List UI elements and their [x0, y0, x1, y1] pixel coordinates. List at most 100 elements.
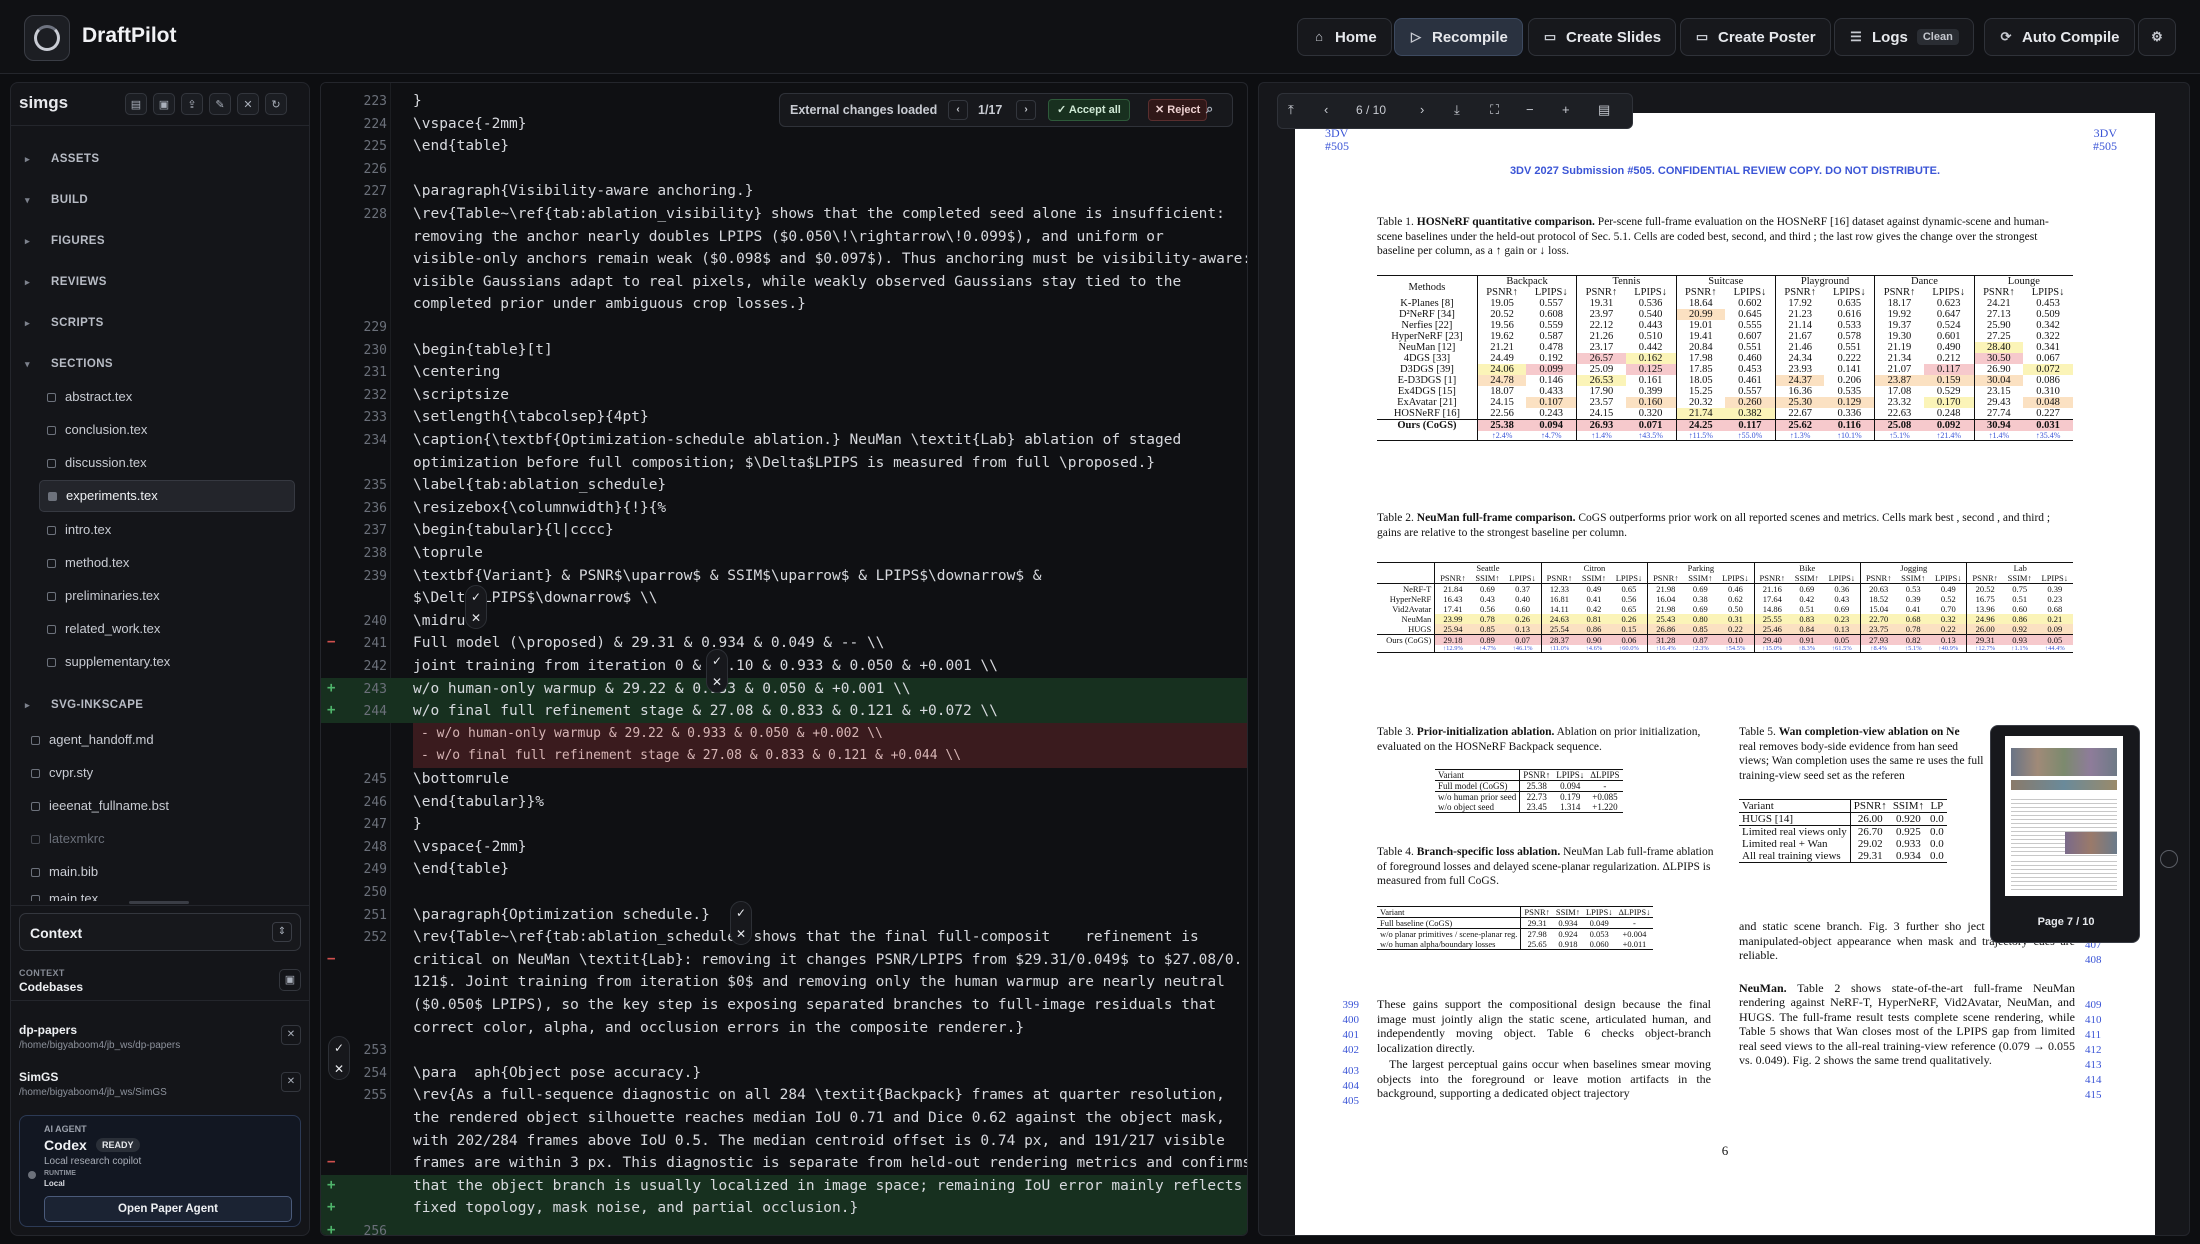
context-panel-header[interactable]: Context ⇕: [19, 913, 301, 951]
close-icon[interactable]: ✕: [712, 675, 722, 689]
code-line[interactable]: \resizebox{\columnwidth}{!}{%: [413, 500, 666, 516]
check-icon[interactable]: ✓: [334, 1041, 344, 1055]
check-icon[interactable]: ✓: [712, 654, 722, 668]
code-line[interactable]: frames are within 3 px. This diagnostic …: [413, 1155, 1247, 1171]
code-line[interactable]: \paragraph{Visibility-aware anchoring.}: [413, 183, 753, 199]
code-line[interactable]: w/o final full refinement stage & 27.08 …: [413, 703, 998, 719]
file-preliminaries-tex[interactable]: preliminaries.tex: [47, 588, 297, 603]
scroll-handle[interactable]: [2160, 850, 2178, 868]
upload-icon[interactable]: ⇪: [181, 93, 203, 115]
file-intro-tex[interactable]: intro.tex: [47, 522, 297, 537]
code-line[interactable]: \begin{tabular}{l|cccc}: [413, 522, 614, 538]
file-supplementary-tex[interactable]: supplementary.tex: [47, 654, 297, 669]
page-thumbnail[interactable]: Page 7 / 10: [1990, 725, 2140, 943]
prev-change-icon[interactable]: ‹: [948, 100, 968, 120]
code-line[interactable]: 121$. Joint training from iteration $0$ …: [413, 974, 1225, 990]
codebase-item[interactable]: dp-papers /home/bigyaboom4/jb_ws/dp-pape…: [19, 1023, 301, 1051]
file-cvpr-sty[interactable]: cvpr.sty: [31, 765, 291, 780]
code-line[interactable]: \centering: [413, 364, 500, 380]
code-line[interactable]: visible-only anchors remain weak ($0.098…: [413, 251, 1247, 267]
file-latexmkrc[interactable]: latexmkrc: [31, 831, 291, 846]
refresh-icon[interactable]: ↻: [265, 93, 287, 115]
folder-build[interactable]: ▾ BUILD: [25, 194, 285, 206]
zoom-out-icon[interactable]: −: [1526, 102, 1534, 117]
code-line[interactable]: \end{table}: [413, 138, 509, 154]
code-line[interactable]: removing the anchor nearly doubles LPIPS…: [413, 229, 1164, 245]
file-method-tex[interactable]: method.tex: [47, 555, 297, 570]
codebase-item[interactable]: SimGS /home/bigyaboom4/jb_ws/SimGS ✕: [19, 1070, 301, 1098]
create-poster-button[interactable]: ▭ Create Poster: [1680, 18, 1831, 56]
code-line[interactable]: visible Gaussians adapt to real pixels, …: [413, 274, 1181, 290]
code-line[interactable]: with 202/284 frames above IoU 0.5. The m…: [413, 1133, 1225, 1149]
close-icon[interactable]: ✕: [334, 1062, 344, 1076]
code-line[interactable]: \end{table}: [413, 861, 509, 877]
recompile-button[interactable]: ▷ Recompile: [1394, 18, 1523, 56]
inline-accept-reject[interactable]: ✓ ✕: [730, 901, 752, 945]
code-line[interactable]: Full model (\proposed) & 29.31 & 0.934 &…: [413, 635, 884, 651]
rename-icon[interactable]: ✎: [209, 93, 231, 115]
code-line[interactable]: \label{tab:ablation_schedule}: [413, 477, 666, 493]
new-folder-icon[interactable]: ▣: [153, 93, 175, 115]
inline-accept-reject[interactable]: ✓ ✕: [465, 585, 487, 629]
code-line[interactable]: \bottomrule: [413, 771, 509, 787]
code-line[interactable]: \toprule: [413, 545, 483, 561]
folder-assets[interactable]: ▸ ASSETS: [25, 153, 285, 165]
logs-button[interactable]: ☰ Logs Clean: [1834, 18, 1974, 56]
last-page-icon[interactable]: ⤓: [1454, 102, 1460, 118]
file-abstract-tex[interactable]: abstract.tex: [47, 389, 297, 404]
settings-button[interactable]: ⚙: [2138, 18, 2176, 56]
code-line[interactable]: \caption{\textbf{Optimization-schedule a…: [413, 432, 1181, 448]
zoom-in-icon[interactable]: +: [1562, 102, 1570, 117]
code-line[interactable]: critical on NeuMan \textit{Lab}: removin…: [413, 952, 1242, 968]
code-line[interactable]: }: [413, 93, 422, 109]
reject-button[interactable]: ✕ Reject: [1148, 99, 1208, 121]
code-line[interactable]: correct color, alpha, and occlusion erro…: [413, 1020, 1024, 1036]
code-line[interactable]: - w/o human-only warmup & 29.22 & 0.933 …: [421, 726, 883, 741]
code-line[interactable]: - w/o final full refinement stage & 27.0…: [421, 748, 961, 763]
code-line[interactable]: ($0.050$ LPIPS), so the key step is expo…: [413, 997, 1216, 1013]
auto-compile-button[interactable]: ⟳ Auto Compile: [1984, 18, 2135, 56]
code-line[interactable]: $\Delta$LPIPS$\downarrow$ \\: [413, 590, 657, 606]
resize-handle[interactable]: [129, 901, 189, 904]
check-icon[interactable]: ✓: [471, 590, 481, 604]
file-main-tex[interactable]: main.tex: [31, 891, 291, 901]
home-button[interactable]: ⌂ Home: [1297, 18, 1392, 56]
code-line[interactable]: that the object branch is usually locali…: [413, 1178, 1242, 1194]
comment-icon[interactable]: ▤: [1598, 102, 1610, 118]
close-icon[interactable]: ✕: [736, 927, 746, 941]
folder-figures[interactable]: ▸ FIGURES: [25, 235, 285, 247]
first-page-icon[interactable]: ⤒: [1288, 102, 1294, 118]
file-discussion-tex[interactable]: discussion.tex: [47, 455, 297, 470]
remove-codebase-icon[interactable]: ✕: [281, 1025, 301, 1045]
inline-accept-reject[interactable]: ✓ ✕: [706, 649, 728, 693]
code-line[interactable]: \para aph{Object pose accuracy.}: [413, 1065, 701, 1081]
new-file-icon[interactable]: ▤: [125, 93, 147, 115]
code-line[interactable]: w/o human-only warmup & 29.22 & 0.933 & …: [413, 681, 911, 697]
folder-svg-inkscape[interactable]: ▸ SVG-INKSCAPE: [25, 699, 285, 711]
code-line[interactable]: \rev{Table~\ref{tab:ablation_visibility}…: [413, 206, 1225, 222]
next-page-icon[interactable]: ›: [1420, 102, 1424, 117]
collapse-icon[interactable]: ⇕: [272, 922, 292, 942]
code-line[interactable]: \vspace{-2mm}: [413, 839, 527, 855]
open-paper-agent-button[interactable]: Open Paper Agent: [44, 1196, 292, 1222]
code-line[interactable]: \vspace{-2mm}: [413, 116, 527, 132]
file-experiments-tex[interactable]: experiments.tex: [39, 480, 295, 512]
folder-sections[interactable]: ▾ SECTIONS: [25, 358, 285, 370]
file-related-work-tex[interactable]: related_work.tex: [47, 621, 297, 636]
close-icon[interactable]: ✕: [471, 611, 481, 625]
next-change-icon[interactable]: ›: [1016, 100, 1036, 120]
code-line[interactable]: \begin{table}[t]: [413, 342, 553, 358]
fullscreen-icon[interactable]: ⛶: [1490, 102, 1499, 118]
folder-scripts[interactable]: ▸ SCRIPTS: [25, 317, 285, 329]
code-line[interactable]: completed prior under ambiguous crop los…: [413, 296, 806, 312]
folder-reviews[interactable]: ▸ REVIEWS: [25, 276, 285, 288]
inline-accept-reject[interactable]: ✓ ✕: [328, 1036, 350, 1080]
file-conclusion-tex[interactable]: conclusion.tex: [47, 422, 297, 437]
code-line[interactable]: }: [413, 816, 422, 832]
code-line[interactable]: \rev{Table~\ref{tab:ablation_schedule} s…: [413, 929, 1199, 945]
file-agent-handoff-md[interactable]: agent_handoff.md: [31, 732, 291, 747]
code-line[interactable]: \rev{As a full-sequence diagnostic on al…: [413, 1087, 1225, 1103]
file-ieeenat-bst[interactable]: ieeenat_fullname.bst: [31, 798, 291, 813]
accept-all-button[interactable]: ✓ Accept all: [1048, 99, 1130, 121]
delete-icon[interactable]: ✕: [237, 93, 259, 115]
